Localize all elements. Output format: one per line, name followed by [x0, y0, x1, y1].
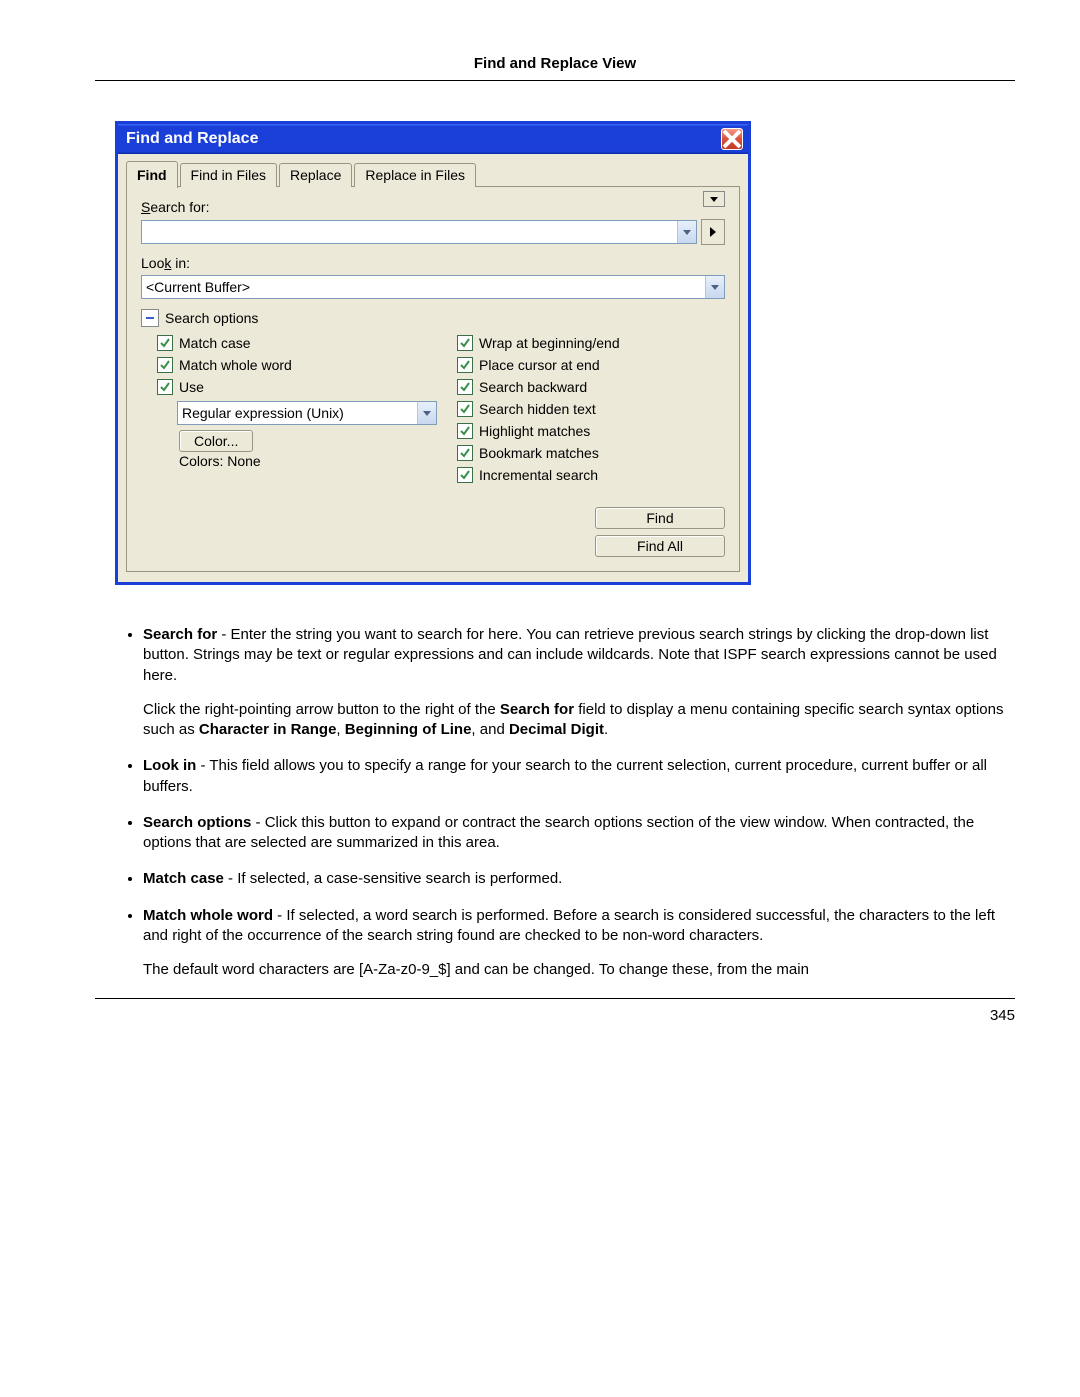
search-for-label: Search for: — [141, 199, 725, 215]
tab-replace[interactable]: Replace — [279, 163, 352, 187]
list-item: Look in - This field allows you to speci… — [143, 756, 1015, 797]
highlight-label: Highlight matches — [479, 423, 590, 439]
panel-dropdown-button[interactable] — [703, 191, 725, 207]
dialog-title: Find and Replace — [126, 130, 258, 148]
list-item: Match case - If selected, a case-sensiti… — [143, 869, 1015, 889]
chevron-down-icon[interactable] — [705, 276, 724, 298]
close-icon[interactable] — [721, 128, 743, 150]
minus-icon — [146, 317, 154, 319]
colors-label: Colors: None — [157, 453, 437, 469]
tab-find-in-files[interactable]: Find in Files — [180, 163, 277, 187]
tab-replace-in-files[interactable]: Replace in Files — [354, 163, 476, 187]
look-in-label: Look in: — [141, 255, 725, 271]
wrap-label: Wrap at beginning/end — [479, 335, 620, 351]
search-options-header: Search options — [165, 310, 258, 326]
bookmark-label: Bookmark matches — [479, 445, 599, 461]
highlight-checkbox[interactable] — [457, 423, 473, 439]
wrap-checkbox[interactable] — [457, 335, 473, 351]
tab-strip: Find Find in Files Replace Replace in Fi… — [126, 160, 740, 187]
cursor-end-checkbox[interactable] — [457, 357, 473, 373]
search-menu-button[interactable] — [701, 219, 725, 245]
page-number: 345 — [95, 1007, 1015, 1024]
bookmark-checkbox[interactable] — [457, 445, 473, 461]
header-rule — [95, 80, 1015, 81]
doc-list: Search for - Enter the string you want t… — [95, 625, 1015, 980]
find-replace-dialog: Find and Replace Find Find in Files Repl… — [115, 121, 751, 585]
backward-label: Search backward — [479, 379, 587, 395]
color-button[interactable]: Color... — [179, 430, 253, 452]
list-item: Search options - Click this button to ex… — [143, 813, 1015, 854]
chevron-down-icon[interactable] — [677, 221, 696, 243]
look-in-combo[interactable]: <Current Buffer> — [141, 275, 725, 299]
match-word-checkbox[interactable] — [157, 357, 173, 373]
use-checkbox[interactable] — [157, 379, 173, 395]
match-case-label: Match case — [179, 335, 251, 351]
hidden-label: Search hidden text — [479, 401, 596, 417]
list-item: Match whole word - If selected, a word s… — [143, 906, 1015, 981]
incremental-checkbox[interactable] — [457, 467, 473, 483]
tab-page: Search for: Look in: <Cur — [126, 186, 740, 572]
titlebar: Find and Replace — [118, 124, 748, 154]
backward-checkbox[interactable] — [457, 379, 473, 395]
list-item: Search for - Enter the string you want t… — [143, 625, 1015, 740]
chevron-right-icon — [710, 227, 716, 237]
chevron-down-icon[interactable] — [417, 402, 436, 424]
incremental-label: Incremental search — [479, 467, 598, 483]
match-case-checkbox[interactable] — [157, 335, 173, 351]
search-input[interactable] — [141, 220, 697, 244]
cursor-end-label: Place cursor at end — [479, 357, 600, 373]
page-header-title: Find and Replace View — [95, 55, 1015, 80]
footer-rule — [95, 998, 1015, 999]
hidden-checkbox[interactable] — [457, 401, 473, 417]
collapse-options-button[interactable] — [141, 309, 159, 327]
find-button[interactable]: Find — [595, 507, 725, 529]
use-label: Use — [179, 379, 204, 395]
use-combo[interactable]: Regular expression (Unix) — [177, 401, 437, 425]
tab-find[interactable]: Find — [126, 161, 178, 188]
find-all-button[interactable]: Find All — [595, 535, 725, 557]
match-word-label: Match whole word — [179, 357, 292, 373]
